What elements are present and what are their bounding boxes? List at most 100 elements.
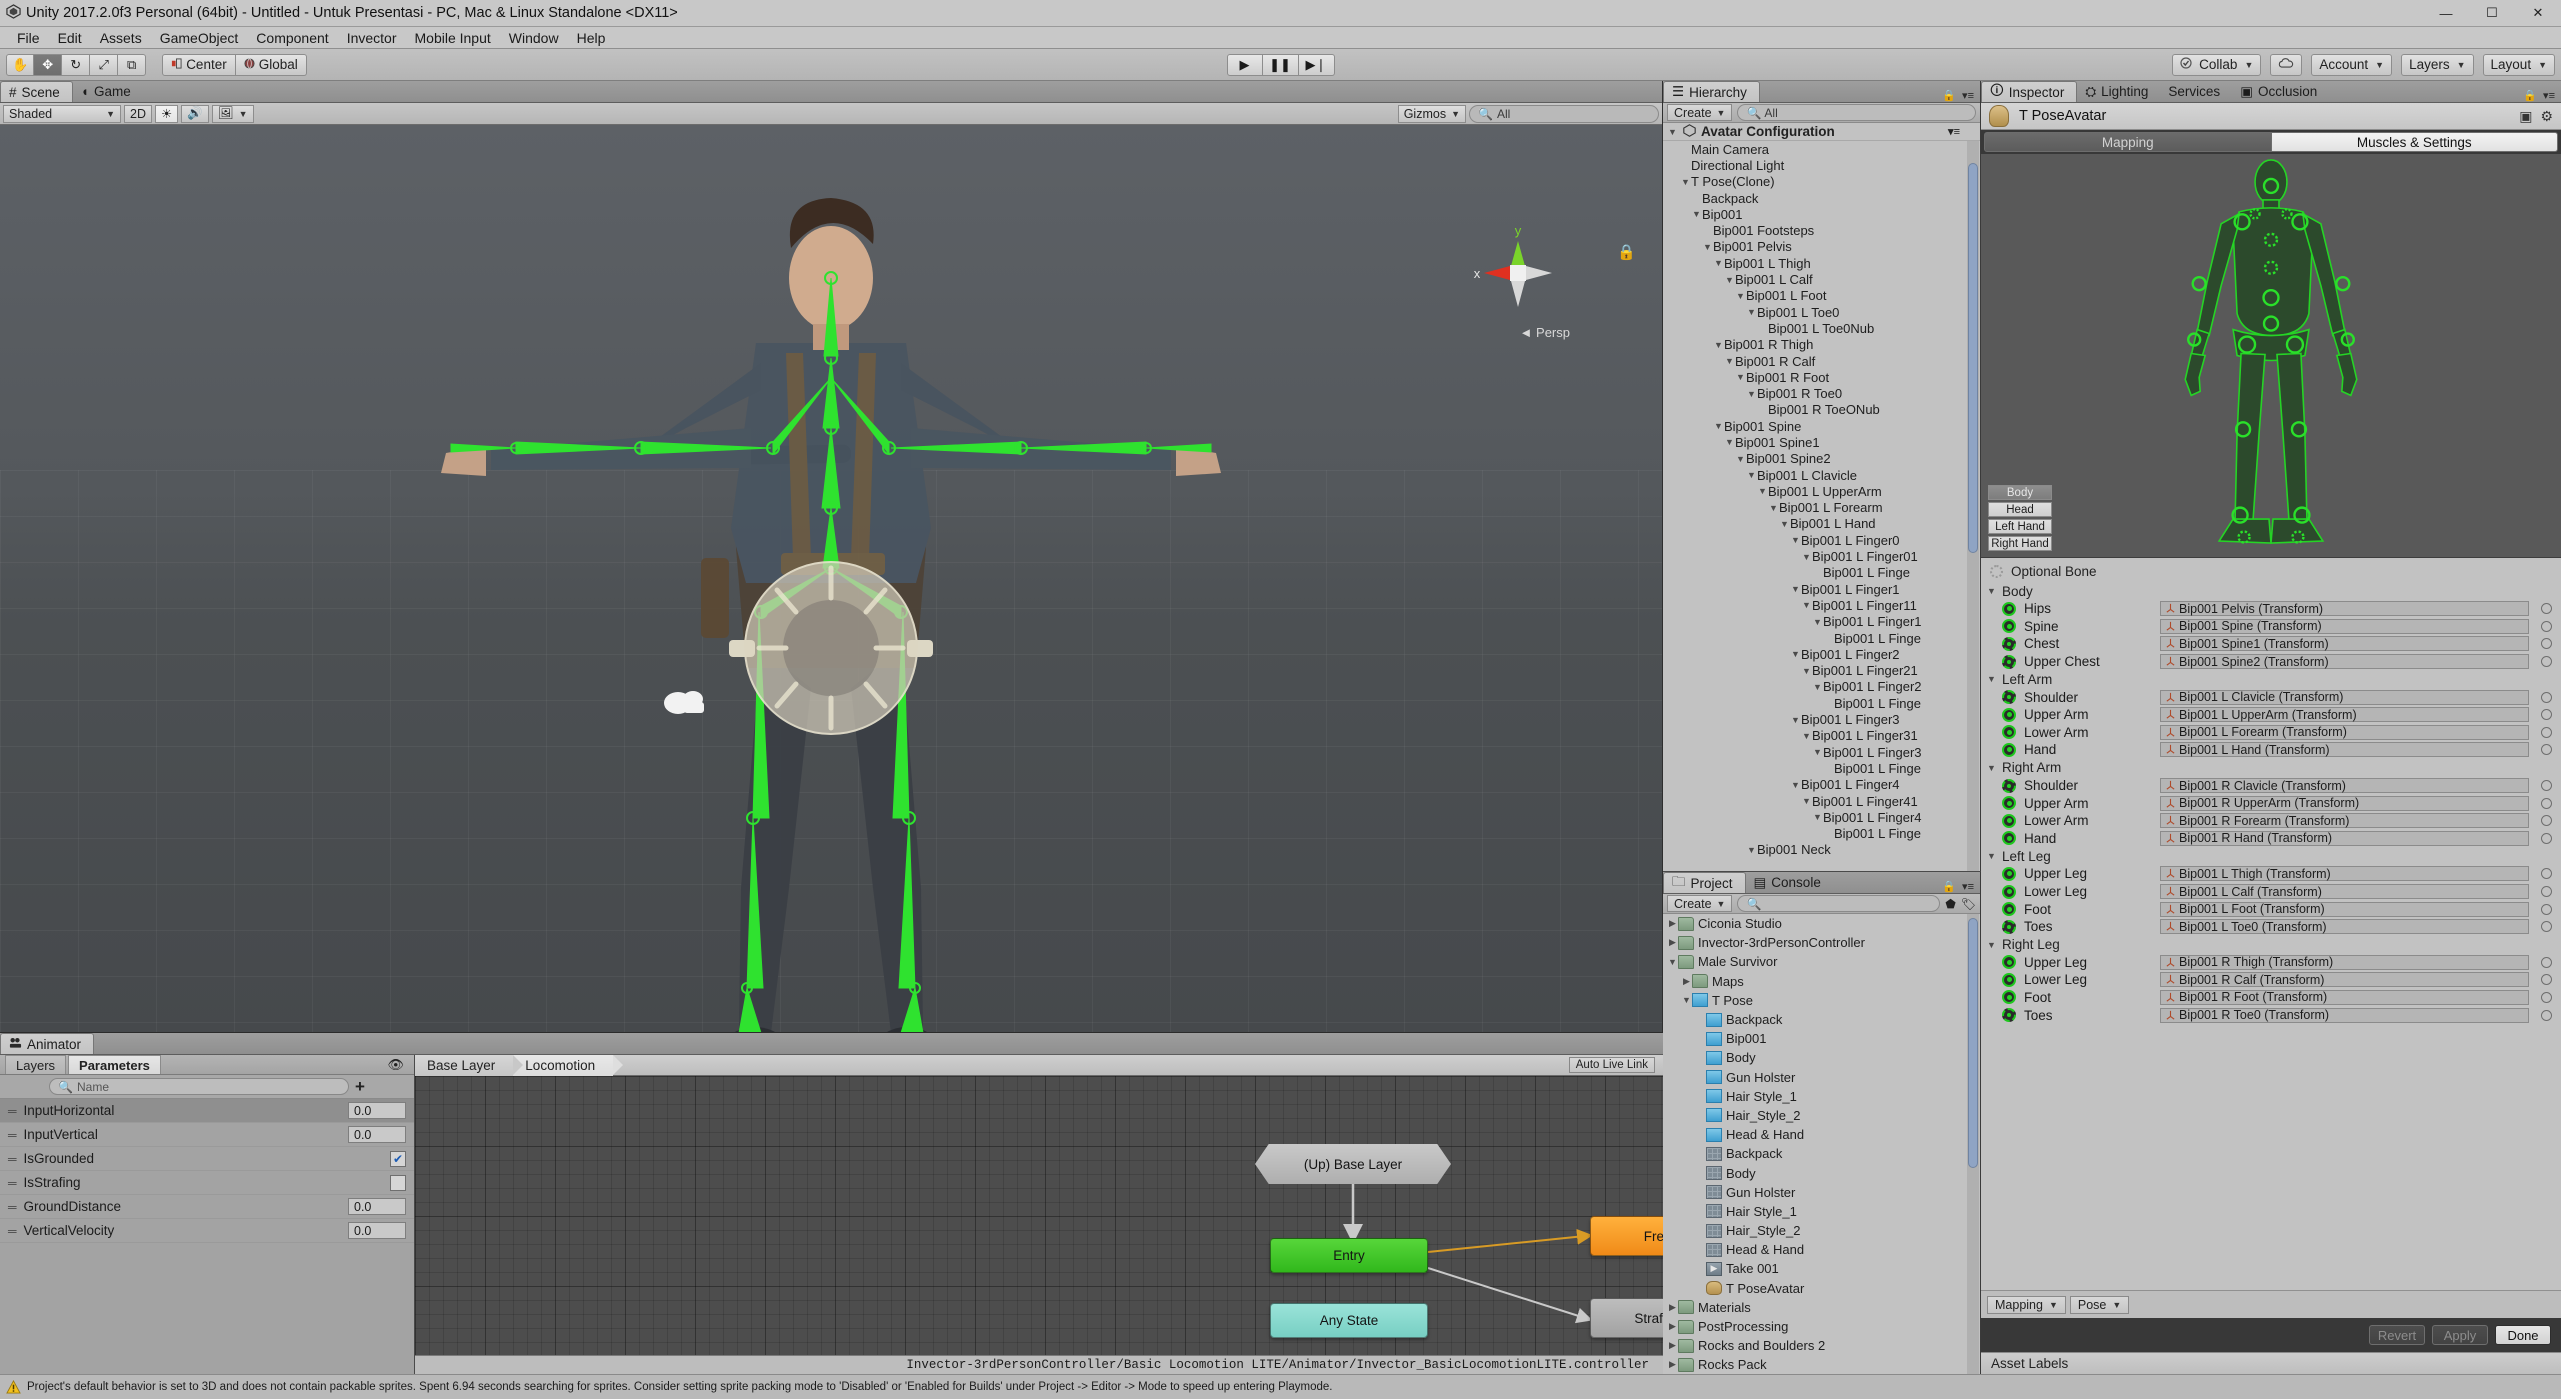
hierarchy-item[interactable]: ▼Bip001 bbox=[1663, 206, 1980, 222]
body-tab-body[interactable]: Body bbox=[1988, 485, 2052, 500]
bone-object-field[interactable]: Bip001 R Thigh (Transform) bbox=[2160, 955, 2529, 970]
bone-object-field[interactable]: Bip001 L UpperArm (Transform) bbox=[2160, 707, 2529, 722]
parameter-value-field[interactable]: 0.0 bbox=[348, 1222, 406, 1239]
chevron-down-icon[interactable]: ▼ bbox=[1713, 258, 1724, 268]
disclosure-triangle-icon[interactable]: ▼ bbox=[1667, 957, 1678, 967]
hierarchy-item[interactable]: ▼Bip001 L Finger01 bbox=[1663, 548, 1980, 564]
tab-console[interactable]: ▤ Console bbox=[1746, 872, 1833, 893]
filter-by-type-icon[interactable]: ⬟ bbox=[1945, 897, 1955, 911]
parameter-value-field[interactable]: 0.0 bbox=[348, 1198, 406, 1215]
step-button[interactable]: ▶❘ bbox=[1299, 54, 1335, 76]
object-picker-icon[interactable] bbox=[2541, 603, 2552, 614]
menu-icon[interactable]: ▾≡ bbox=[1962, 880, 1974, 893]
drag-handle-icon[interactable]: ═ bbox=[8, 1224, 16, 1238]
object-picker-icon[interactable] bbox=[2541, 921, 2552, 932]
bone-object-field[interactable]: Bip001 L Clavicle (Transform) bbox=[2160, 690, 2529, 705]
menu-item-component[interactable]: Component bbox=[247, 28, 337, 48]
hierarchy-item[interactable]: ▼Bip001 R Calf bbox=[1663, 353, 1980, 369]
pivot-mode-button[interactable]: Center bbox=[162, 54, 236, 76]
tab-lighting[interactable]: ⛭ Lighting bbox=[2077, 81, 2160, 102]
hierarchy-item[interactable]: ▼Bip001 Pelvis bbox=[1663, 239, 1980, 255]
done-button[interactable]: Done bbox=[2495, 1325, 2551, 1345]
bone-object-field[interactable]: Bip001 R Toe0 (Transform) bbox=[2160, 1008, 2529, 1023]
hierarchy-root-row[interactable]: ▼ Avatar Configuration ▾≡ bbox=[1663, 123, 1980, 141]
lock-icon[interactable]: 🔒 bbox=[1617, 243, 1636, 261]
tab-muscles-settings[interactable]: Muscles & Settings bbox=[2272, 132, 2559, 152]
animator-state-node[interactable]: Free Movement bbox=[1590, 1216, 1663, 1256]
preset-icon[interactable]: ▣ bbox=[2519, 108, 2532, 125]
object-picker-icon[interactable] bbox=[2541, 974, 2552, 985]
bone-mapping-row[interactable]: FootBip001 R Foot (Transform) bbox=[1981, 989, 2561, 1007]
scene-fx-dropdown[interactable]: 🖼▼ bbox=[212, 105, 254, 123]
project-item[interactable]: ▶Ciconia Studio bbox=[1663, 914, 1980, 933]
menu-item-window[interactable]: Window bbox=[500, 28, 568, 48]
menu-item-file[interactable]: File bbox=[8, 28, 49, 48]
maximize-button[interactable]: ☐ bbox=[2469, 0, 2515, 26]
disclosure-triangle-icon[interactable]: ▼ bbox=[1681, 995, 1692, 1005]
hierarchy-item[interactable]: ▼Bip001 L Forearm bbox=[1663, 500, 1980, 516]
breadcrumb-base-layer[interactable]: Base Layer bbox=[415, 1055, 513, 1076]
project-item[interactable]: Gun Holster bbox=[1663, 1068, 1980, 1087]
bone-object-field[interactable]: Bip001 R Foot (Transform) bbox=[2160, 990, 2529, 1005]
tab-services[interactable]: Services bbox=[2160, 81, 2232, 102]
tab-occlusion[interactable]: ▣ Occlusion bbox=[2232, 81, 2329, 102]
menu-item-mobile-input[interactable]: Mobile Input bbox=[406, 28, 500, 48]
bone-group-header[interactable]: ▼Right Arm bbox=[1981, 759, 2561, 777]
hierarchy-item[interactable]: ▼T Pose(Clone) bbox=[1663, 174, 1980, 190]
tab-scene[interactable]: # Scene bbox=[0, 81, 73, 102]
chevron-down-icon[interactable]: ▼ bbox=[1801, 600, 1812, 610]
bone-object-field[interactable]: Bip001 R Forearm (Transform) bbox=[2160, 813, 2529, 828]
hierarchy-item[interactable]: Main Camera bbox=[1663, 141, 1980, 157]
bone-object-field[interactable]: Bip001 L Toe0 (Transform) bbox=[2160, 919, 2529, 934]
disclosure-triangle-icon[interactable]: ▶ bbox=[1667, 937, 1678, 948]
project-item[interactable]: ▶PostProcessing bbox=[1663, 1317, 1980, 1336]
bone-mapping-row[interactable]: HandBip001 R Hand (Transform) bbox=[1981, 830, 2561, 848]
bone-object-field[interactable]: Bip001 R Clavicle (Transform) bbox=[2160, 778, 2529, 793]
hierarchy-item[interactable]: ▼Bip001 R Foot bbox=[1663, 369, 1980, 385]
chevron-down-icon[interactable]: ▼ bbox=[1790, 715, 1801, 725]
required-bone-icon[interactable] bbox=[2002, 831, 2016, 845]
optional-bone-icon[interactable] bbox=[2002, 690, 2016, 704]
avatar-body-diagram[interactable]: Body Head Left Hand Right Hand bbox=[1981, 154, 2561, 558]
object-picker-icon[interactable] bbox=[2541, 833, 2552, 844]
draw-mode-dropdown[interactable]: Shaded ▼ bbox=[3, 105, 121, 123]
chevron-down-icon[interactable]: ▼ bbox=[1724, 437, 1735, 447]
mapping-menu-button[interactable]: Mapping ▼ bbox=[1987, 1296, 2066, 1314]
required-bone-icon[interactable] bbox=[2002, 885, 2016, 899]
chevron-down-icon[interactable]: ▼ bbox=[1790, 649, 1801, 659]
chevron-down-icon[interactable]: ▼ bbox=[1779, 519, 1790, 529]
hierarchy-item[interactable]: ▼Bip001 L Finger1 bbox=[1663, 581, 1980, 597]
bone-mapping-row[interactable]: Upper ArmBip001 L UpperArm (Transform) bbox=[1981, 706, 2561, 724]
chevron-down-icon[interactable]: ▼ bbox=[1790, 535, 1801, 545]
account-button[interactable]: Account ▼ bbox=[2311, 54, 2392, 76]
tab-inspector[interactable]: 🛈 Inspector bbox=[1981, 81, 2077, 102]
object-picker-icon[interactable] bbox=[2541, 886, 2552, 897]
body-tab-left-hand[interactable]: Left Hand bbox=[1988, 519, 2052, 534]
chevron-down-icon[interactable]: ▼ bbox=[1986, 674, 1997, 684]
project-item[interactable]: Backpack bbox=[1663, 1144, 1980, 1163]
chevron-down-icon[interactable]: ▼ bbox=[1812, 812, 1823, 822]
required-bone-icon[interactable] bbox=[2002, 602, 2016, 616]
animator-parameter-row[interactable]: ═InputHorizontal0.0 bbox=[0, 1099, 414, 1123]
chevron-down-icon[interactable]: ▼ bbox=[1746, 845, 1757, 855]
close-button[interactable]: ✕ bbox=[2515, 0, 2561, 26]
collab-button[interactable]: Collab ▼ bbox=[2172, 54, 2261, 76]
chevron-down-icon[interactable]: ▼ bbox=[1713, 340, 1724, 350]
animator-parameter-row[interactable]: ═IsGrounded✔ bbox=[0, 1147, 414, 1171]
chevron-down-icon[interactable]: ▼ bbox=[1691, 209, 1702, 219]
project-item[interactable]: Head & Hand bbox=[1663, 1125, 1980, 1144]
scene-viewport[interactable]: y x ◄ Persp 🔒 bbox=[0, 125, 1662, 1032]
rect-tool-button[interactable]: ⧉ bbox=[118, 54, 146, 76]
bone-object-field[interactable]: Bip001 Spine2 (Transform) bbox=[2160, 654, 2529, 669]
object-picker-icon[interactable] bbox=[2541, 992, 2552, 1003]
object-picker-icon[interactable] bbox=[2541, 692, 2552, 703]
parameter-search-input[interactable]: 🔍 Name bbox=[49, 1078, 349, 1095]
animator-parameter-row[interactable]: ═VerticalVelocity0.0 bbox=[0, 1219, 414, 1243]
chevron-down-icon[interactable]: ▼ bbox=[1702, 242, 1713, 252]
drag-handle-icon[interactable]: ═ bbox=[8, 1128, 16, 1142]
body-tab-head[interactable]: Head bbox=[1988, 502, 2052, 517]
pose-menu-button[interactable]: Pose ▼ bbox=[2070, 1296, 2129, 1314]
project-item[interactable]: ▶Invector-3rdPersonController bbox=[1663, 933, 1980, 952]
hierarchy-item[interactable]: ▼Bip001 L Finger41 bbox=[1663, 793, 1980, 809]
object-picker-icon[interactable] bbox=[2541, 656, 2552, 667]
